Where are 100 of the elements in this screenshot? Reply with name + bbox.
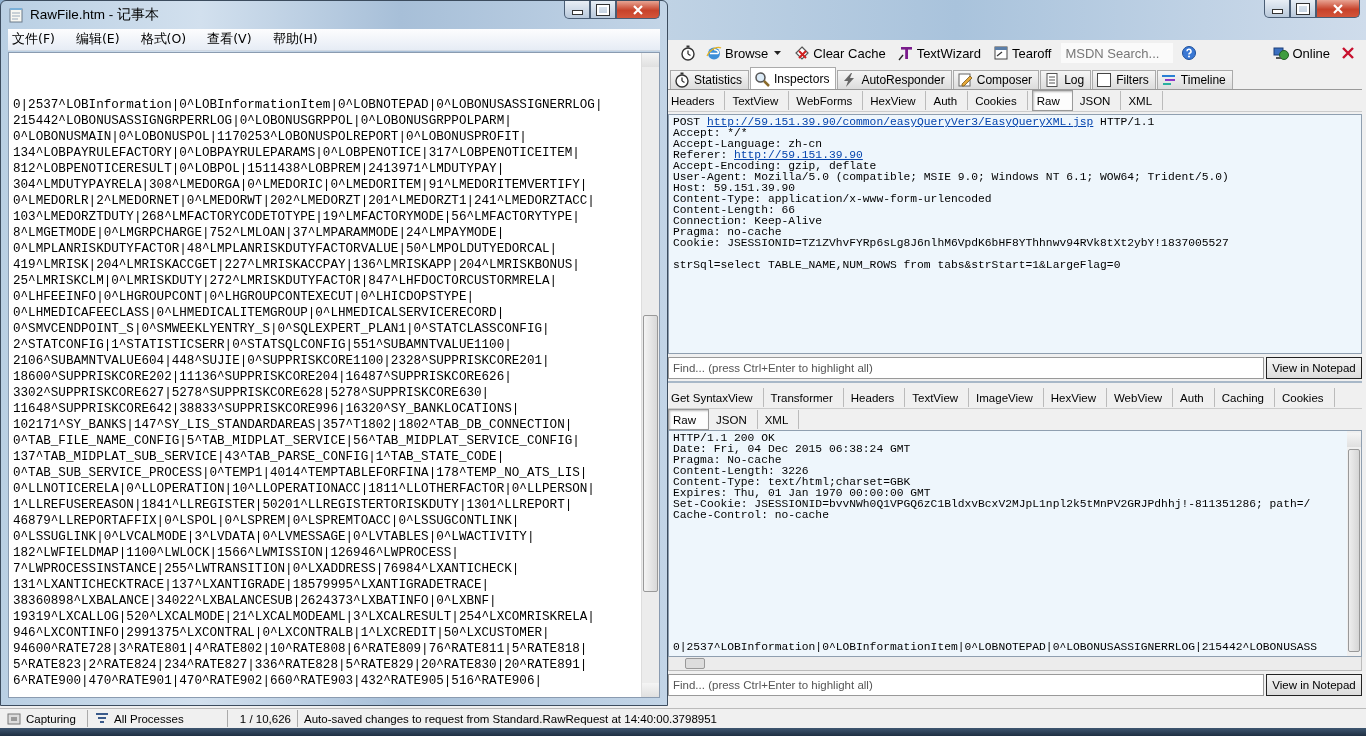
toolbar-button[interactable]: Clear Cache (792, 45, 888, 61)
inspector-tab[interactable]: JSON (1076, 91, 1122, 110)
checkbox-icon (1096, 72, 1113, 88)
inspector-tab[interactable]: XML (761, 410, 800, 429)
search-field[interactable]: MSDN Search... (1061, 43, 1174, 63)
inspector-tab[interactable]: HexView (867, 91, 927, 110)
view-in-notepad-button[interactable]: View in Notepad (1266, 674, 1362, 696)
capture-status[interactable]: Capturing (26, 712, 76, 725)
maximize-button[interactable] (1290, 0, 1316, 18)
inspector-tab[interactable]: TextView (909, 388, 970, 407)
text-line: 7^LWPROCESSINSTANCE|255^LWTRANSITION|0^LXADDRESS|76984^LXANTICHECK| (13, 561, 521, 577)
close-button[interactable] (1316, 0, 1360, 18)
document-icon (1044, 72, 1061, 88)
tab[interactable]: Inspectors (750, 67, 837, 89)
minimize-button[interactable] (1264, 0, 1290, 18)
text-line: 103^LMEDORZTDUTY|268^LMFACTORYCODETOTYPE|19^LMFACTORYMODE|56^LMFACTORYTYPE| (13, 209, 581, 225)
inspector-tab[interactable]: Headers (847, 388, 906, 407)
text-line: 2^STATCONFIG|1^STATISTICSERR|0^STATSQLCONFIG|551^SUBAMNTVALUE1100| (13, 337, 513, 353)
http-line: Referer: http://59.151.39.90 (673, 150, 864, 161)
inspector-tab[interactable]: Caching (1218, 388, 1275, 407)
menu-item[interactable]: 查看(V) (205, 31, 254, 48)
inspector-tab[interactable]: JSON (713, 410, 758, 429)
text-line: 182^LWFIELDMAP|1100^LWLOCK|1566^LWMISSION|126946^LWPROCESS| (13, 545, 460, 561)
menu-item[interactable]: 帮助(H) (270, 31, 320, 48)
maximize-button[interactable] (590, 1, 616, 19)
text-line: 94600^RATE728|3^RATE801|4^RATE802|10^RATE808|6^RATE809|76^RATE811|5^RATE818| (13, 641, 589, 657)
inspector-tab[interactable]: Raw (1031, 90, 1073, 111)
text-line: 419^LMRISK|204^LMRISKACCGET|227^LMRISKACCPAY|136^LMRISKAPP|204^LMRISKBONUS| (13, 257, 581, 273)
http-line: User-Agent: Mozilla/5.0 (compatible; MSIE 9.0; Windows NT 6.1; WOW64; Trident/5.0) (673, 172, 1230, 183)
online-button[interactable]: Online (1271, 45, 1332, 61)
inspector-tab[interactable]: Cookies (972, 91, 1028, 110)
toolbar-button[interactable]: TextWizard (895, 45, 983, 61)
toolbar-button[interactable]: Browse (704, 45, 785, 61)
inspector-tab[interactable]: Raw (668, 409, 709, 430)
find-field[interactable]: Find... (press Ctrl+Enter to highlight all) (668, 674, 1264, 696)
http-line: Content-Length: 66 (673, 205, 797, 216)
text-line: 0^LHFEEINFO|0^LHGROUPCONT|0^LHGROUPCONTEXECUT|0^LHICDOPSTYPE| (13, 289, 475, 305)
inspector-tab[interactable]: Cookies (1279, 388, 1335, 407)
status-message: Auto-saved changes to request from Standard.RawRequest at 14:40:00.3798951 (304, 712, 717, 725)
tab[interactable]: Log (1040, 70, 1092, 89)
text-line: 131^LXANTICHECKTRACE|137^LXANTIGRADE|18579995^LXANTIGRADETRACE| (13, 577, 491, 593)
text-line: 0^LOBONUSMAIN|0^LOBONUSPOL|1170253^LOBONUSPOLREPORT|0^LOBONUSPROFIT| (13, 129, 528, 145)
scrollbar[interactable] (668, 657, 1362, 671)
pencil-icon (956, 72, 973, 88)
find-field[interactable]: Find... (press Ctrl+Enter to highlight all) (668, 357, 1264, 379)
capture-icon (6, 710, 22, 727)
clear-cache-icon (794, 45, 811, 61)
toolbar-button[interactable]: Tearoff (990, 45, 1054, 61)
http-line: Cookie: JSESSIONID=TZ1ZVhvFYRp6sLg8J6nlhM6VpdK6bHF8YThhnwv94RVk8tXt2ybY!1837005527 (673, 238, 1230, 249)
inspector-tab[interactable]: Auth (930, 91, 969, 110)
tab[interactable]: AutoResponder (837, 70, 952, 89)
text-line: 5^RATE823|2^RATE824|234^RATE827|336^RATE828|5^RATE829|20^RATE830|20^RATE891| (13, 657, 589, 673)
close-icon (632, 4, 644, 15)
inspector-tab[interactable]: WebView (1110, 388, 1174, 407)
inspector-tab[interactable]: Auth (1177, 388, 1215, 407)
inspector-tab[interactable]: HexView (1047, 388, 1107, 407)
text-wizard-icon (897, 45, 914, 61)
tab[interactable]: Composer (952, 70, 1040, 89)
inspector-tab[interactable]: ImageView (973, 388, 1044, 407)
tab[interactable]: Filters (1092, 70, 1156, 89)
stopwatch-icon (674, 72, 690, 88)
link[interactable]: http://59.151.39.90/common/easyQueryVer3/EasyQueryXML.jsp (706, 116, 1094, 128)
view-in-notepad-button[interactable]: View in Notepad (1266, 357, 1362, 379)
http-line: Content-Type: text/html;charset=GBK (673, 477, 912, 488)
window-icon (992, 45, 1009, 61)
tab[interactable]: Timeline (1156, 70, 1233, 89)
inspector-tab[interactable]: WebForms (793, 91, 864, 110)
text-line: 1^LLREFUSEREASON|1841^LLREGISTER|50201^LLREGISTERTORISKDUTY|1301^LLREPORT| (13, 497, 574, 513)
help-icon[interactable] (1181, 45, 1198, 61)
close-button[interactable] (616, 1, 660, 19)
close-icon (1332, 3, 1344, 14)
text-line: 946^LXCONTINFO|2991375^LXCONTRAL|0^LXCONTRALB|1^LXCREDIT|50^LXCUSTOMER| (13, 625, 551, 641)
close-icon[interactable] (1340, 45, 1356, 61)
process-filter[interactable]: All Processes (114, 712, 184, 725)
text-line: 0^LMEDORLR|2^LMEDORNET|0^LMEDORWT|202^LMEDORZT|201^LMEDORZT1|241^LMEDORZTACC| (13, 193, 596, 209)
text-line: 102171^SY_BANKS|147^SY_LIS_STANDARDAREAS|357^T1802|1802^TAB_DB_CONNECTION| (13, 417, 574, 433)
network-icon (1273, 45, 1290, 61)
http-line: Pragma: No-cache (673, 455, 783, 466)
text-line: 46879^LLREPORTAFFIX|0^LSPOL|0^LSPREM|0^LSPREMTOACC|0^LSSUGCONTLINK| (13, 513, 521, 529)
response-body-line: 0|2537^LOBInformation|0^LOBInformationItem|0^LOBNOTEPAD|0^LOBONUSASSIGNERRLOG|215442^LOBONUSASS (673, 642, 1319, 653)
text-line: 215442^LOBONUSASSIGNGRPERRLOG|0^LOBONUSGRPPOL|0^LOBONUSGRPPOLPARM| (13, 113, 513, 129)
stopwatch-icon[interactable] (680, 45, 696, 61)
http-line: POST http://59.151.39.90/common/easyQueryVer3/EasyQueryXML.jsp HTTP/1.1 (673, 117, 1156, 128)
text-line: 0^SMVCENDPOINT_S|0^SMWEEKLYENTRY_S|0^SQLEXPERT_PLAN1|0^STATCLASSCONFIG| (13, 321, 551, 337)
menu-item[interactable]: 文件(F) (10, 31, 57, 48)
link[interactable]: http://59.151.39.90 (734, 149, 863, 161)
inspector-tab[interactable]: Transformer (767, 388, 844, 407)
minimize-button[interactable] (564, 1, 590, 19)
http-line: Accept: */* (673, 128, 749, 139)
inspector-tab[interactable]: TextView (729, 91, 790, 110)
text-line: 812^LOBPENOTICERESULT|0^LOBPOL|1511438^LOBPREM|2413971^LMDUTYPAY| (13, 161, 506, 177)
http-line: Date: Fri, 04 Dec 2015 06:38:24 GMT (673, 444, 912, 455)
menu-item[interactable]: 格式(O) (138, 31, 189, 48)
session-count: 1 / 10,626 (239, 712, 291, 725)
http-line: Content-Type: application/x-www-form-urlencoded (673, 194, 993, 205)
menu-item[interactable]: 编辑(E) (73, 31, 122, 48)
tab[interactable]: Statistics (670, 70, 749, 89)
inspector-tab[interactable]: XML (1125, 91, 1164, 110)
text-line: 0^TAB_SUB_SERVICE_PROCESS|0^TEMP1|4014^TEMPTABLEFORFINA|178^TEMP_NO_ATS_LIS| (13, 465, 589, 481)
scrollbar[interactable] (641, 53, 659, 697)
